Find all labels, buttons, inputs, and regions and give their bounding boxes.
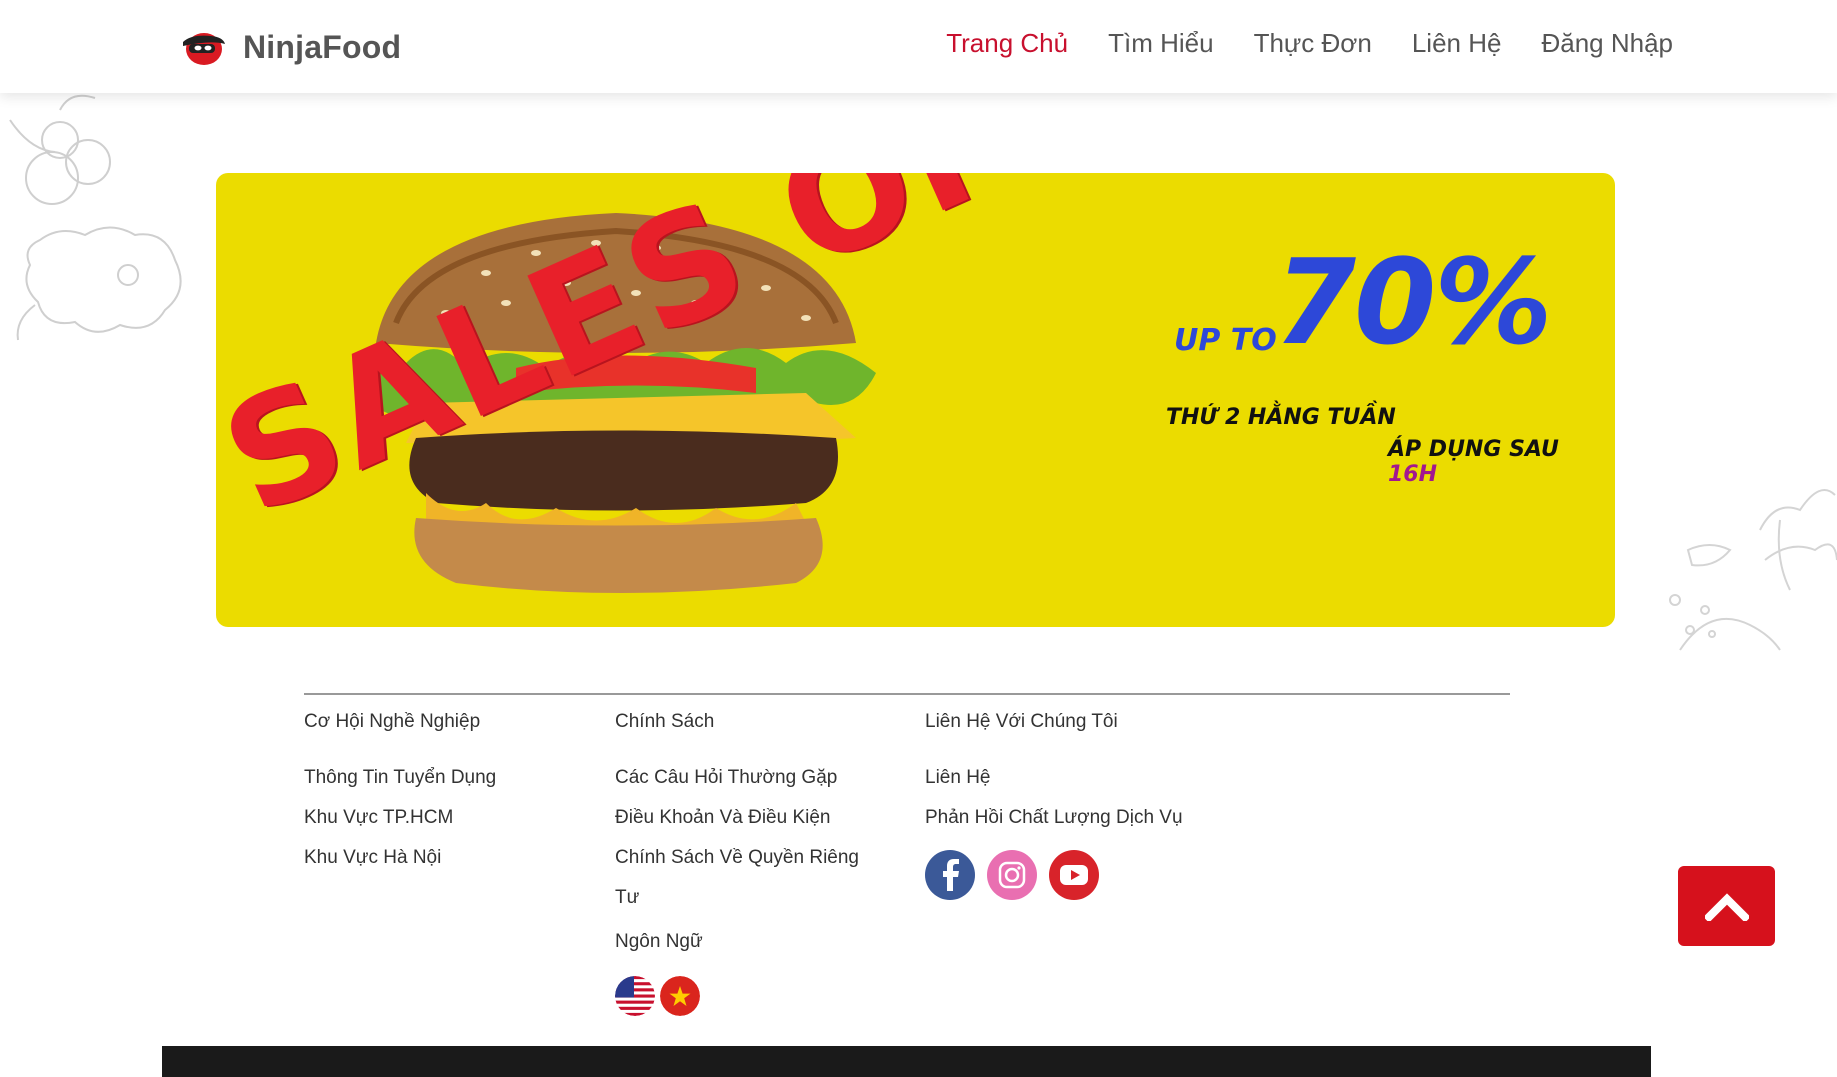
main-nav: Trang Chủ Tìm Hiểu Thực Đơn Liên Hệ Đăng… [946, 26, 1673, 60]
footer-contact-column: Liên Hệ Với Chúng Tôi Liên Hệ Phản Hồi C… [925, 708, 1245, 900]
youtube-icon[interactable] [1049, 850, 1099, 900]
promo-banner[interactable]: SALES OFF UP TO 70% THỨ 2 HẰNG TUẦN ÁP D… [216, 173, 1615, 627]
careers-hanoi-link[interactable]: Khu Vực Hà Nội [304, 838, 594, 878]
food-doodle-right [1669, 489, 1837, 651]
up-to-label: UP TO [1174, 323, 1277, 358]
careers-recruitment-link[interactable]: Thông Tin Tuyển Dụng [304, 758, 594, 798]
chevron-up-icon [1704, 893, 1749, 921]
contact-heading: Liên Hệ Với Chúng Tôi [925, 711, 1118, 732]
food-doodle-left [9, 94, 182, 341]
facebook-icon[interactable] [925, 850, 975, 900]
nav-about[interactable]: Tìm Hiểu [1108, 26, 1213, 60]
social-links [925, 850, 1245, 900]
ninja-logo-icon [183, 33, 225, 65]
faq-link[interactable]: Các Câu Hỏi Thường Gặp [615, 758, 885, 798]
site-header: NinjaFood Trang Chủ Tìm Hiểu Thực Đơn Li… [0, 0, 1837, 93]
promo-time-text: ÁP DỤNG SAU 16H [1388, 437, 1615, 487]
vietnam-flag-icon[interactable] [660, 976, 700, 1016]
footer-careers-column: Cơ Hội Nghề Nghiệp Thông Tin Tuyển Dụng … [304, 708, 594, 878]
brand-logo[interactable]: NinjaFood [181, 24, 401, 70]
discount-percent: 70% [1274, 233, 1552, 371]
nav-home[interactable]: Trang Chủ [946, 26, 1068, 60]
policy-heading: Chính Sách [615, 711, 715, 732]
careers-hcm-link[interactable]: Khu Vực TP.HCM [304, 798, 594, 838]
nav-menu[interactable]: Thực Đơn [1254, 26, 1372, 60]
promo-time-highlight: 16H [1388, 462, 1438, 487]
promo-time-prefix: ÁP DỤNG SAU [1388, 437, 1559, 462]
careers-heading: Cơ Hội Nghề Nghiệp [304, 711, 481, 732]
footer-bottom-bar [162, 1046, 1651, 1077]
privacy-link[interactable]: Chính Sách Về Quyền Riêng Tư [615, 838, 885, 918]
promo-day-text: THỨ 2 HẰNG TUẦN [1166, 405, 1396, 430]
brand-name: NinjaFood [243, 28, 402, 65]
us-flag-icon[interactable] [615, 976, 655, 1016]
terms-link[interactable]: Điều Khoản Và Điều Kiện [615, 798, 885, 838]
footer-policy-column: Chính Sách Các Câu Hỏi Thường Gặp Điều K… [615, 708, 885, 1016]
footer-divider [304, 693, 1510, 695]
feedback-link[interactable]: Phản Hồi Chất Lượng Dịch Vụ [925, 798, 1245, 838]
language-heading: Ngôn Ngữ [615, 931, 703, 952]
contact-link[interactable]: Liên Hệ [925, 758, 1245, 798]
nav-contact[interactable]: Liên Hệ [1412, 26, 1502, 60]
nav-login[interactable]: Đăng Nhập [1541, 26, 1673, 60]
language-selector [615, 976, 885, 1016]
instagram-icon[interactable] [987, 850, 1037, 900]
back-to-top-button[interactable] [1678, 866, 1775, 946]
